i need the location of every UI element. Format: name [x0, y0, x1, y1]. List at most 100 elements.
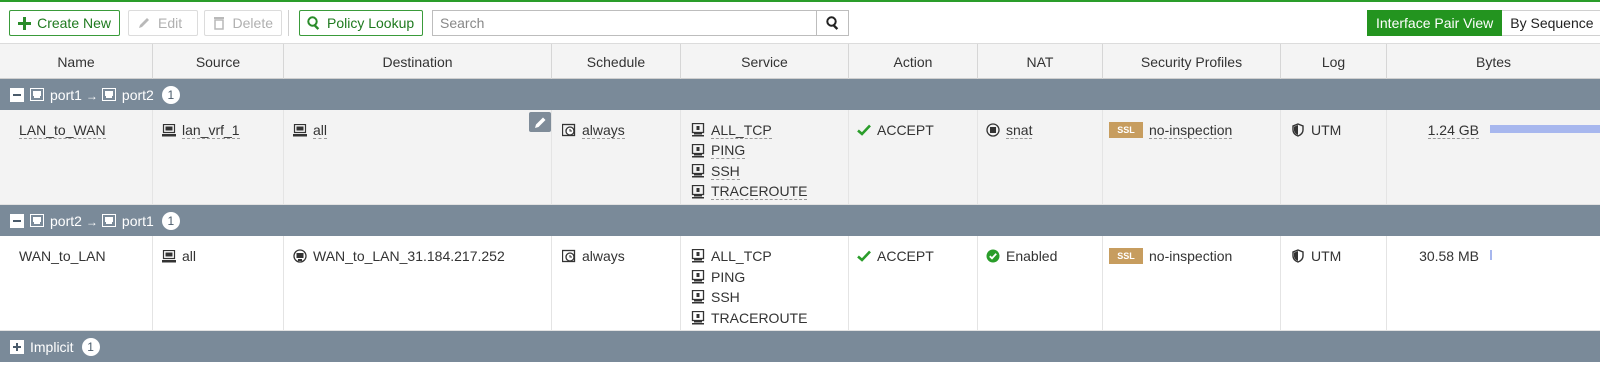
plus-icon: [17, 15, 31, 31]
column-header-bytes[interactable]: Bytes: [1387, 44, 1600, 79]
delete-button[interactable]: Delete: [204, 10, 282, 36]
ssl-badge-icon: SSL: [1109, 122, 1143, 139]
pencil-icon: [534, 116, 547, 129]
policy-name[interactable]: WAN_to_LAN: [19, 248, 106, 264]
destination-address[interactable]: all: [313, 122, 328, 139]
create-new-label: Create New: [37, 15, 111, 31]
search-input[interactable]: [433, 11, 816, 35]
cell-nat: Enabled: [978, 236, 1103, 330]
policy-count-badge: 1: [161, 85, 180, 104]
column-header-action[interactable]: Action: [849, 44, 978, 79]
service-item[interactable]: PING: [711, 142, 746, 160]
ip-pool-icon: [986, 123, 1000, 137]
shield-icon: [1291, 123, 1305, 138]
column-header-source[interactable]: Source: [153, 44, 284, 79]
schedule-value[interactable]: always: [582, 122, 625, 139]
collapse-icon[interactable]: [10, 213, 24, 228]
by-sequence-button[interactable]: By Sequence: [1502, 10, 1600, 36]
service-icon: [691, 290, 705, 304]
service-icon: [691, 143, 705, 158]
cell-log: UTM: [1281, 236, 1387, 330]
schedule-value[interactable]: always: [582, 248, 625, 264]
column-header-log[interactable]: Log: [1281, 44, 1387, 79]
collapse-icon[interactable]: [10, 87, 24, 102]
create-new-button[interactable]: Create New: [9, 10, 120, 36]
pencil-icon: [136, 15, 152, 31]
port-icon: [30, 214, 44, 227]
delete-label: Delete: [232, 15, 273, 31]
security-profile-value[interactable]: no-inspection: [1149, 248, 1232, 264]
interface-pair-group[interactable]: port1 → port2 1: [0, 79, 1600, 110]
service-item[interactable]: TRACEROUTE: [711, 183, 808, 201]
group-to-port: port2: [121, 86, 154, 103]
search-button[interactable]: [816, 11, 848, 35]
source-address[interactable]: all: [182, 248, 196, 264]
cell-service: ALL_TCP PING SSH TRACEROUTE: [681, 236, 849, 330]
cell-destination: all: [284, 110, 552, 204]
cell-service: ALL_TCP PING SSH TRACEROUTE: [681, 110, 849, 204]
service-icon: [691, 184, 705, 199]
group-from-port: port2: [50, 212, 82, 229]
action-value: ACCEPT: [877, 122, 934, 139]
policy-lookup-label: Policy Lookup: [327, 15, 415, 31]
arrow-right-icon: →: [85, 214, 98, 229]
edit-button[interactable]: Edit: [128, 10, 198, 36]
table-row[interactable]: LAN_to_WAN lan_vrf_1 all always ALL_TCP …: [0, 110, 1600, 205]
implicit-group[interactable]: Implicit 1: [0, 331, 1600, 362]
address-icon: [162, 249, 176, 263]
action-value: ACCEPT: [877, 248, 934, 265]
group-from-port: port1: [50, 86, 82, 103]
policy-count-badge: 1: [161, 211, 180, 230]
source-address[interactable]: lan_vrf_1: [182, 122, 240, 139]
inline-edit-button[interactable]: [529, 112, 551, 132]
log-value: UTM: [1311, 122, 1342, 139]
toolbar: Create New Edit Delete Policy Lookup Sea…: [0, 2, 1600, 42]
cell-source: lan_vrf_1: [153, 110, 284, 204]
nat-value[interactable]: snat: [1006, 122, 1033, 139]
cell-destination: WAN_to_LAN_31.184.217.252: [284, 236, 552, 330]
cell-schedule: always: [552, 236, 681, 330]
cell-bytes: 30.58 MB: [1387, 236, 1600, 330]
column-header-schedule[interactable]: Schedule: [552, 44, 681, 79]
cell-log: UTM: [1281, 110, 1387, 204]
security-profile-value[interactable]: no-inspection: [1149, 122, 1233, 139]
service-icon: [691, 269, 705, 284]
toolbar-divider: [288, 10, 289, 36]
column-header-destination[interactable]: Destination: [284, 44, 552, 79]
port-icon: [101, 88, 116, 101]
expand-icon[interactable]: [10, 339, 24, 354]
group-to-port: port1: [121, 212, 154, 229]
service-item[interactable]: ALL_TCP: [711, 122, 772, 139]
checkmark-icon: [857, 123, 871, 137]
magnifier-icon: [307, 15, 321, 31]
service-icon: [691, 123, 705, 137]
policy-name[interactable]: LAN_to_WAN: [19, 122, 106, 139]
nat-value: Enabled: [1006, 248, 1058, 265]
cell-nat: snat: [978, 110, 1103, 204]
service-icon: [691, 164, 705, 178]
column-header-service[interactable]: Service: [681, 44, 849, 79]
trash-icon: [212, 15, 227, 31]
table-header: Name Source Destination Schedule Service…: [0, 43, 1600, 79]
cell-schedule: always: [552, 110, 681, 204]
cell-source: all: [153, 236, 284, 330]
checkmark-icon: [857, 249, 871, 263]
service-icon: [691, 249, 705, 263]
column-header-nat[interactable]: NAT: [978, 44, 1103, 79]
service-item[interactable]: ALL_TCP: [711, 248, 772, 264]
interface-pair-group[interactable]: port2 → port1 1: [0, 205, 1600, 236]
edit-label: Edit: [158, 15, 183, 31]
column-header-security-profiles[interactable]: Security Profiles: [1103, 44, 1281, 79]
service-item[interactable]: SSH: [711, 289, 740, 305]
service-item[interactable]: SSH: [711, 163, 740, 180]
destination-address[interactable]: WAN_to_LAN_31.184.217.252: [313, 248, 505, 264]
table-row[interactable]: WAN_to_LAN all WAN_to_LAN_31.184.217.252…: [0, 236, 1600, 331]
vip-icon: [293, 249, 307, 263]
service-item[interactable]: PING: [711, 269, 745, 285]
service-icon: [691, 310, 705, 325]
log-value: UTM: [1311, 248, 1342, 265]
service-item[interactable]: TRACEROUTE: [711, 310, 807, 326]
policy-lookup-button[interactable]: Policy Lookup: [299, 10, 423, 36]
column-header-name[interactable]: Name: [0, 44, 153, 79]
interface-pair-view-button[interactable]: Interface Pair View: [1367, 10, 1503, 36]
